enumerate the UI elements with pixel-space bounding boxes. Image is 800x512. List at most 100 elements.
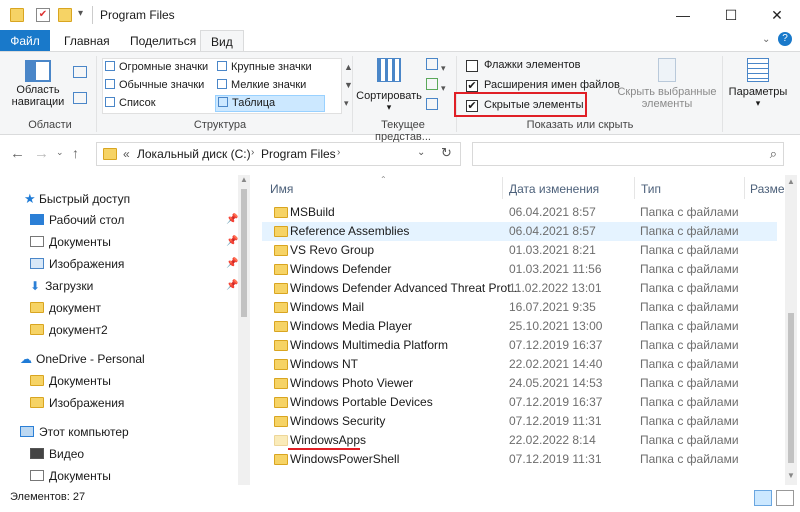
folder-icon <box>10 8 24 22</box>
nav-desktop[interactable]: Рабочий стол <box>30 210 124 230</box>
file-type: Папка с файлами <box>640 243 739 257</box>
quick-access-dropdown-icon[interactable]: ▾ <box>78 8 83 19</box>
address-bar[interactable]: « Локальный диск (C:) › Program Files › … <box>96 142 461 166</box>
column-header-name[interactable]: Имя <box>270 179 293 199</box>
file-extensions-checkbox[interactable]: ✔ <box>466 80 478 92</box>
column-header-size[interactable]: Разме <box>750 179 785 199</box>
layout-large-icons[interactable]: Крупные значки <box>217 61 312 73</box>
file-row[interactable]: Windows Multimedia Platform 07.12.2019 16… <box>262 336 777 355</box>
chevron-down-icon[interactable]: ⌄ <box>762 34 770 45</box>
tab-file[interactable]: Файл <box>0 30 50 52</box>
nav-downloads[interactable]: ⬇ Загрузки <box>30 276 93 296</box>
pin-icon[interactable]: 📌 <box>226 236 238 247</box>
nav-folder-document2[interactable]: документ2 <box>30 320 108 340</box>
tab-view[interactable]: Вид <box>200 30 244 53</box>
file-row[interactable]: Windows Security 07.12.2019 11:31 Папка с … <box>262 412 777 431</box>
file-type: Папка с файлами <box>640 357 739 371</box>
scroll-up-icon[interactable]: ▲ <box>240 175 248 184</box>
sort-button[interactable]: Сортировать ▾ <box>356 56 422 116</box>
properties-icon[interactable]: ✔ <box>36 8 50 22</box>
file-row[interactable]: Windows Photo Viewer 24.05.2021 14:53 Папк… <box>262 374 777 393</box>
file-row[interactable]: Windows Media Player 25.10.2021 13:00 Папк… <box>262 317 777 336</box>
file-row[interactable]: Windows Portable Devices 07.12.2019 16:37… <box>262 393 777 412</box>
group-by-icon[interactable] <box>426 58 438 70</box>
column-separator[interactable] <box>502 177 503 199</box>
file-name: Windows Media Player <box>290 319 413 333</box>
file-row[interactable]: WindowsApps 22.02.2022 8:14 Папка с файлам… <box>262 431 777 450</box>
tab-home[interactable]: Главная <box>54 30 120 52</box>
layout-medium-icons[interactable]: Обычные значки <box>105 79 204 91</box>
nav-onedrive-documents[interactable]: Документы <box>30 371 111 391</box>
search-box[interactable]: ⌕ <box>472 142 784 166</box>
column-separator[interactable] <box>634 177 635 199</box>
nav-onedrive[interactable]: ☁ OneDrive - Personal <box>20 349 145 369</box>
close-button[interactable]: ✕ <box>754 0 800 30</box>
file-row[interactable]: MSBuild 06.04.2021 8:57 Папка с файлами <box>262 203 777 222</box>
nav-documents[interactable]: Документы <box>30 232 111 252</box>
navigation-pane-button[interactable]: Область навигации <box>10 56 66 116</box>
recent-locations-icon[interactable]: ⌄ <box>56 147 64 158</box>
nav-videos[interactable]: Видео <box>30 444 84 464</box>
nav-scrollbar-thumb[interactable] <box>241 189 247 317</box>
layout-extra-large-icons[interactable]: Огромные значки <box>105 61 208 73</box>
file-row[interactable]: Windows Mail 16.07.2021 9:35 Папка с файла… <box>262 298 777 317</box>
back-arrow-icon[interactable]: ← <box>10 145 25 162</box>
file-row[interactable]: Windows Defender Advanced Threat Prot...… <box>262 279 777 298</box>
file-date: 22.02.2021 14:40 <box>509 357 603 371</box>
column-separator[interactable] <box>744 177 745 199</box>
breadcrumb-program-files[interactable]: Program Files <box>261 147 336 161</box>
layout-details[interactable]: Таблица <box>215 95 325 112</box>
minimize-button[interactable]: — <box>660 0 706 30</box>
file-date: 01.03.2021 11:56 <box>509 262 602 276</box>
chevron-right-icon[interactable]: › <box>337 147 340 158</box>
maximize-button[interactable]: ☐ <box>708 0 754 30</box>
tab-share[interactable]: Поделиться <box>120 30 206 52</box>
up-arrow-icon[interactable]: ↑ <box>72 145 79 161</box>
new-folder-icon[interactable] <box>58 8 72 22</box>
nav-this-pc[interactable]: Этот компьютер <box>20 422 129 442</box>
hide-selected-button[interactable]: Скрыть выбранные элементы <box>616 56 718 116</box>
address-history-icon[interactable]: ⌄ <box>417 147 425 158</box>
file-row[interactable]: Reference Assemblies 06.04.2021 8:57 Папка… <box>262 222 777 241</box>
folder-icon <box>30 375 44 386</box>
breadcrumb-overflow[interactable]: « <box>123 147 130 161</box>
chevron-right-icon[interactable]: › <box>251 147 254 158</box>
folder-icon <box>274 416 288 427</box>
nav-pc-documents[interactable]: Документы <box>30 466 111 486</box>
details-pane-icon[interactable] <box>73 92 87 104</box>
nav-scrollbar[interactable]: ▲ <box>238 175 250 485</box>
add-columns-icon[interactable] <box>426 78 438 90</box>
scroll-up-icon[interactable]: ▲ <box>787 177 795 186</box>
size-columns-icon[interactable] <box>426 98 438 110</box>
forward-arrow-icon[interactable]: → <box>34 145 49 162</box>
item-checkboxes-checkbox[interactable] <box>466 60 478 72</box>
search-icon[interactable]: ⌕ <box>770 146 777 162</box>
column-header-date[interactable]: Дата изменения <box>509 179 599 199</box>
file-row[interactable]: WindowsPowerShell 07.12.2019 11:31 Папка с… <box>262 450 777 469</box>
nav-quick-access[interactable]: ★ Быстрый доступ <box>24 189 130 209</box>
file-list-scrollbar-thumb[interactable] <box>788 313 794 463</box>
pin-icon[interactable]: 📌 <box>226 258 238 269</box>
help-icon[interactable]: ? <box>778 32 792 46</box>
large-icons-view-icon[interactable] <box>776 490 794 506</box>
scroll-down-icon[interactable]: ▼ <box>787 471 795 480</box>
nav-pictures[interactable]: Изображения <box>30 254 124 274</box>
layout-list[interactable]: Список <box>105 97 156 109</box>
breadcrumb-local-disk[interactable]: Локальный диск (C:) <box>137 147 251 161</box>
nav-folder-document[interactable]: документ <box>30 298 101 318</box>
file-row[interactable]: Windows NT 22.02.2021 14:40 Папка с файлам… <box>262 355 777 374</box>
details-view-icon[interactable] <box>754 490 772 506</box>
refresh-icon[interactable]: ↻ <box>441 145 452 161</box>
file-list-scrollbar[interactable]: ▲ ▼ <box>785 175 797 485</box>
file-row[interactable]: VS Revo Group 01.03.2021 8:21 Папка с файл… <box>262 241 777 260</box>
nav-onedrive-pictures[interactable]: Изображения <box>30 393 124 413</box>
options-button[interactable]: Параметры ▾ <box>726 56 790 116</box>
column-header-type[interactable]: Тип <box>641 179 661 199</box>
file-row[interactable]: Windows Defender 01.03.2021 11:56 Папка с … <box>262 260 777 279</box>
pin-icon[interactable]: 📌 <box>226 280 238 291</box>
layout-small-icons[interactable]: Мелкие значки <box>217 79 306 91</box>
pictures-icon <box>30 258 44 269</box>
pin-icon[interactable]: 📌 <box>226 214 238 225</box>
preview-pane-icon[interactable] <box>73 66 87 78</box>
desktop-icon <box>30 214 44 225</box>
